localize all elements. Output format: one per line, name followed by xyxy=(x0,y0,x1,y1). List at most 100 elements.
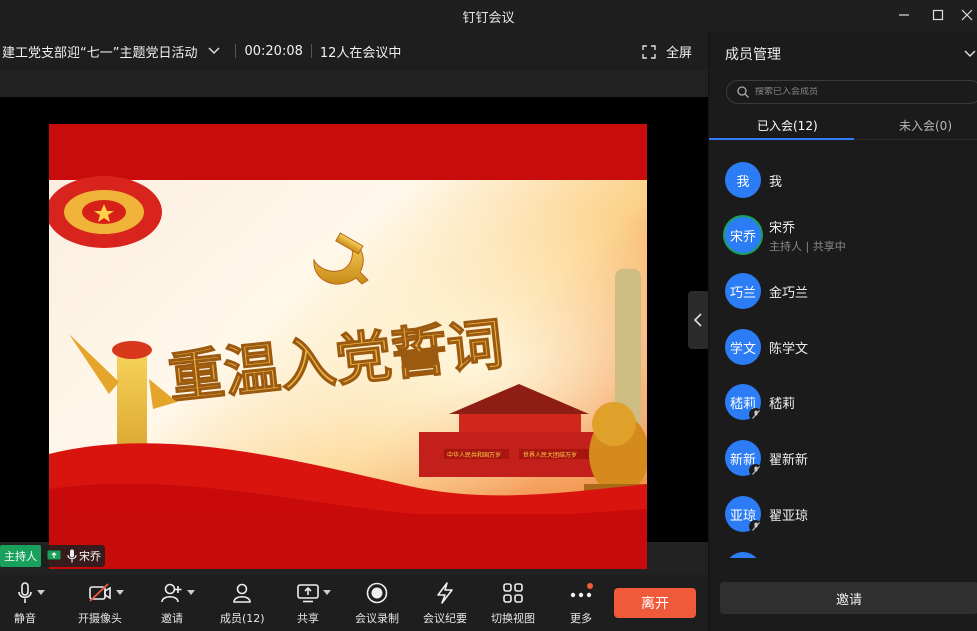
share-button[interactable]: 共享 xyxy=(297,581,331,626)
member-name: 陈学文 xyxy=(769,341,809,357)
mute-button[interactable]: 静音 xyxy=(14,581,45,626)
maximize-button[interactable] xyxy=(926,4,950,26)
invite-button[interactable]: 邀请 xyxy=(720,582,977,614)
share-label: 共享 xyxy=(297,612,319,625)
microphone-icon xyxy=(18,582,32,603)
record-icon xyxy=(366,582,388,604)
camera-off-icon xyxy=(89,583,111,602)
minimize-icon xyxy=(899,14,909,16)
member-name: 宋乔 xyxy=(769,220,796,236)
panel-collapse-button[interactable] xyxy=(963,48,977,63)
chevron-down-icon[interactable] xyxy=(323,590,331,596)
camera-button[interactable]: 开摄像头 xyxy=(78,581,124,626)
add-person-icon xyxy=(161,583,182,603)
more-button[interactable]: 更多 xyxy=(569,581,593,626)
list-item[interactable]: 新新 翟新新 xyxy=(725,438,965,478)
avatar: 宋乔 xyxy=(725,217,761,253)
mic-muted-icon xyxy=(749,520,762,533)
member-name: 翟新新 xyxy=(769,452,809,468)
members-button[interactable]: 成员(12) xyxy=(220,581,265,626)
host-badge: 主持人 xyxy=(0,545,41,567)
share-screen-icon xyxy=(297,584,319,603)
close-icon xyxy=(961,9,973,21)
grid-view-icon xyxy=(503,583,523,603)
list-item[interactable]: 亚琼 翟亚琼 xyxy=(725,494,965,534)
maximize-icon xyxy=(932,9,944,21)
avatar xyxy=(725,552,761,558)
member-name: 我 xyxy=(769,174,783,190)
member-name: 翟亚琼 xyxy=(769,508,809,524)
avatar: 我 xyxy=(725,162,761,198)
shared-content-area: 重温入党誓词 中华人民共和国万岁 世界人民大团结万岁 xyxy=(0,97,708,569)
collapse-panel-handle[interactable] xyxy=(688,291,708,349)
leave-button[interactable]: 离开 xyxy=(614,588,696,618)
gate-banner-left: 中华人民共和国万岁 xyxy=(447,451,501,459)
presenter-name: 宋乔 xyxy=(79,550,101,563)
chevron-down-icon[interactable] xyxy=(37,590,45,596)
presenter-tag: 主持人 宋乔 xyxy=(0,545,105,567)
active-tab-indicator xyxy=(709,138,854,140)
meeting-details-toggle[interactable] xyxy=(207,46,221,56)
members-label: 成员(12) xyxy=(220,612,265,625)
fullscreen-label: 全屏 xyxy=(665,46,692,61)
more-icon xyxy=(570,583,593,598)
avatar-with-mic: 嵇莉 xyxy=(725,384,762,421)
window-titlebar: 钉钉会议 xyxy=(0,0,977,32)
chevron-down-icon[interactable] xyxy=(187,590,195,596)
list-item[interactable]: 巧兰 金巧兰 xyxy=(725,271,965,311)
avatar: 巧兰 xyxy=(725,273,761,309)
minimize-button[interactable] xyxy=(892,4,916,26)
list-item[interactable]: 嵇莉 嵇莉 xyxy=(725,382,965,422)
sharing-screen-icon xyxy=(47,550,61,562)
member-management-panel: 成员管理 已入会(12) 未入会(0) 我 我 宋乔 宋乔 主持人 | 共享中 … xyxy=(708,32,977,631)
member-search-input[interactable] xyxy=(755,87,955,97)
minutes-button[interactable]: 会议纪要 xyxy=(423,581,467,626)
gate-banner-right: 世界人民大团结万岁 xyxy=(523,451,577,459)
meeting-info-bar: 建工党支部迎“七一”主题党日活动 00:20:08 12人在会议中 全屏 xyxy=(0,32,708,70)
chevron-down-icon[interactable] xyxy=(116,590,124,596)
chevron-left-icon xyxy=(693,313,702,327)
record-button[interactable]: 会议录制 xyxy=(355,581,399,626)
avatar-with-mic: 亚琼 xyxy=(725,496,762,533)
invite-toolbar-button[interactable]: 邀请 xyxy=(161,581,195,626)
tab-not-joined[interactable]: 未入会(0) xyxy=(899,117,952,134)
list-item-partial[interactable] xyxy=(725,550,965,558)
close-button[interactable] xyxy=(955,4,977,26)
attendance-count: 12人在会议中 xyxy=(319,45,402,61)
avatar-with-mic: 新新 xyxy=(725,440,762,477)
meeting-toolbar: 静音 开摄像头 邀请 成员(12) 共享 会议录制 会议纪要 切换视图 更多 离… xyxy=(0,575,708,631)
mic-muted-icon xyxy=(749,464,762,477)
member-role: 主持人 | 共享中 xyxy=(769,239,846,253)
minutes-label: 会议纪要 xyxy=(423,612,467,625)
member-search[interactable] xyxy=(726,80,977,104)
app-title: 钉钉会议 xyxy=(462,11,515,26)
fullscreen-icon xyxy=(642,44,656,59)
list-item[interactable]: 宋乔 宋乔 主持人 | 共享中 xyxy=(725,215,965,255)
meeting-title: 建工党支部迎“七一”主题党日活动 xyxy=(2,45,198,61)
tab-joined[interactable]: 已入会(12) xyxy=(757,117,818,134)
shared-slide: 重温入党誓词 中华人民共和国万岁 世界人民大团结万岁 xyxy=(49,124,647,569)
shared-screen-stage: 重温入党誓词 中华人民共和国万岁 世界人民大团结万岁 xyxy=(0,70,708,575)
member-name: 金巧兰 xyxy=(769,285,809,301)
mic-muted-icon xyxy=(749,408,762,421)
minutes-icon xyxy=(437,582,453,604)
people-icon xyxy=(233,583,252,603)
chevron-down-icon xyxy=(964,50,976,58)
list-item[interactable]: 学文 陈学文 xyxy=(725,327,965,367)
switch-view-button[interactable]: 切换视图 xyxy=(491,581,535,626)
avatar: 学文 xyxy=(725,329,761,365)
list-item[interactable]: 我 我 xyxy=(725,160,965,200)
member-list: 我 我 宋乔 宋乔 主持人 | 共享中 巧兰 金巧兰 学文 陈学文 嵇莉 嵇莉 xyxy=(709,150,977,558)
record-label: 会议录制 xyxy=(355,612,399,625)
meeting-duration: 00:20:08 xyxy=(244,43,303,59)
panel-title: 成员管理 xyxy=(725,47,781,63)
switch-view-label: 切换视图 xyxy=(491,612,535,625)
fullscreen-button[interactable]: 全屏 xyxy=(642,42,692,61)
search-icon xyxy=(737,86,749,98)
slide-artwork: 重温入党誓词 中华人民共和国万岁 世界人民大团结万岁 xyxy=(49,124,647,569)
mute-label: 静音 xyxy=(14,612,36,625)
member-name: 嵇莉 xyxy=(769,396,796,412)
member-tabs: 已入会(12) 未入会(0) xyxy=(709,110,977,140)
microphone-icon xyxy=(67,549,77,563)
chevron-down-icon xyxy=(208,47,221,55)
